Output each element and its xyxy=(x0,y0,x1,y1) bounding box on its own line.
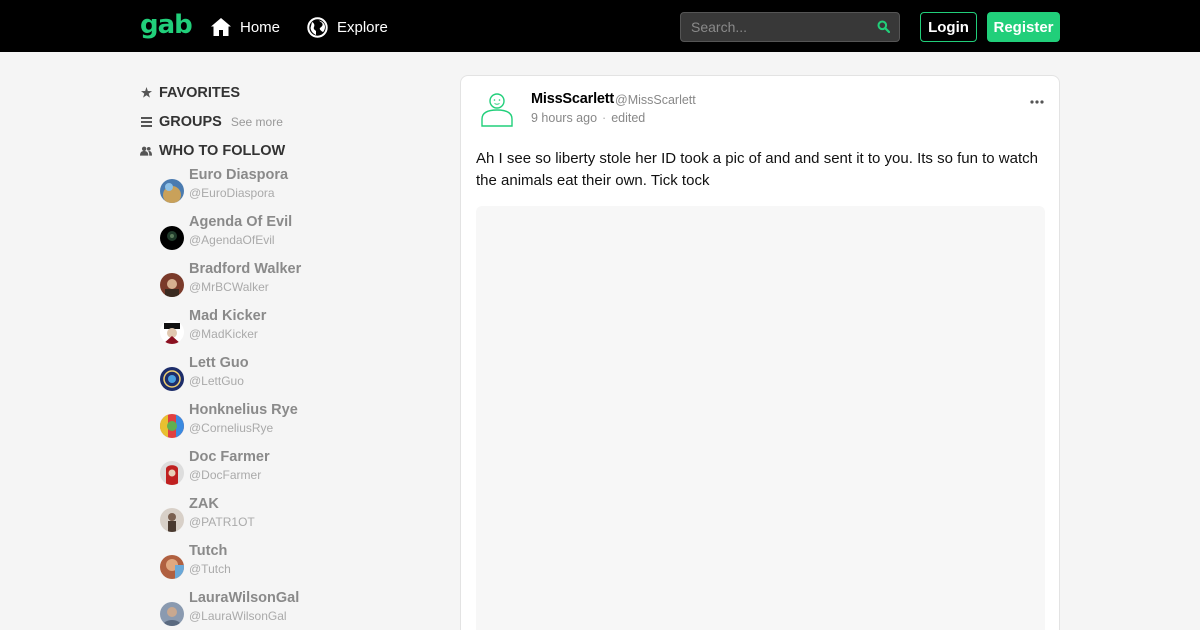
follow-handle: @LauraWilsonGal xyxy=(189,609,287,623)
search-icon[interactable] xyxy=(877,20,890,33)
follow-name[interactable]: Doc Farmer xyxy=(189,449,270,465)
follow-handle: @EuroDiaspora xyxy=(189,186,275,200)
post-edited-label: edited xyxy=(611,111,646,125)
list-icon xyxy=(140,116,152,127)
follow-name[interactable]: Honknelius Rye xyxy=(189,402,298,418)
search-box xyxy=(680,12,900,42)
search-input[interactable] xyxy=(681,13,871,41)
follow-item[interactable]: Lett Guo @LettGuo xyxy=(140,355,440,402)
post-timestamp[interactable]: 9 hours ago xyxy=(531,111,597,125)
follow-item[interactable]: Euro Diaspora @EuroDiaspora xyxy=(140,167,440,214)
groups-label: GROUPS xyxy=(159,113,222,130)
follow-handle: @PATR1OT xyxy=(189,515,255,529)
avatar[interactable] xyxy=(160,508,184,532)
follow-item[interactable]: Agenda Of Evil @AgendaOfEvil xyxy=(140,214,440,261)
follow-handle: @MadKicker xyxy=(189,327,258,341)
avatar[interactable] xyxy=(160,320,184,344)
avatar[interactable] xyxy=(160,414,184,438)
follow-handle: @AgendaOfEvil xyxy=(189,233,275,247)
post-author-handle[interactable]: @MissScarlett xyxy=(615,93,696,107)
follow-name[interactable]: Lett Guo xyxy=(189,355,249,371)
avatar[interactable] xyxy=(160,602,184,626)
post-author-name[interactable]: MissScarlett xyxy=(531,91,614,107)
sidebar: FAVORITES GROUPS See more WHO TO FOLLOW … xyxy=(140,78,440,630)
follow-name[interactable]: ZAK xyxy=(189,496,219,512)
avatar[interactable] xyxy=(160,273,184,297)
follow-handle: @DocFarmer xyxy=(189,468,262,482)
post-text: Ah I see so liberty stole her ID took a … xyxy=(476,150,1038,189)
follow-handle: @Tutch xyxy=(189,562,231,576)
avatar[interactable] xyxy=(160,461,184,485)
top-navigation-bar: gab Home Explore Login Register xyxy=(0,0,1200,52)
users-icon xyxy=(140,146,152,156)
follow-item[interactable]: Bradford Walker @MrBCWalker xyxy=(140,261,440,308)
follow-item[interactable]: ZAK @PATR1OT xyxy=(140,496,440,543)
register-button[interactable]: Register xyxy=(987,12,1060,42)
follow-handle: @CorneliusRye xyxy=(189,421,274,435)
more-horizontal-icon[interactable] xyxy=(1029,96,1045,108)
groups-see-more-link[interactable]: See more xyxy=(231,115,283,129)
favorites-label: FAVORITES xyxy=(159,84,241,101)
nav-explore-link[interactable]: Explore xyxy=(307,14,388,40)
post-media-placeholder[interactable] xyxy=(476,206,1045,630)
follow-handle: @LettGuo xyxy=(189,374,244,388)
star-icon xyxy=(140,87,152,98)
gab-logo[interactable]: gab xyxy=(140,9,193,41)
post-card: MissScarlett @MissScarlett 9 hours ago ·… xyxy=(460,75,1060,630)
who-to-follow-label: WHO TO FOLLOW xyxy=(159,142,286,159)
follow-name[interactable]: Euro Diaspora xyxy=(189,167,288,183)
follow-suggestions-list: Euro Diaspora @EuroDiaspora Agenda Of Ev… xyxy=(140,167,440,630)
post-meta: 9 hours ago · edited xyxy=(531,111,645,125)
nav-home-link[interactable]: Home xyxy=(211,14,280,40)
avatar[interactable] xyxy=(160,179,184,203)
sidebar-who-to-follow: WHO TO FOLLOW xyxy=(140,136,440,165)
avatar[interactable] xyxy=(160,226,184,250)
home-icon xyxy=(211,18,231,36)
follow-name[interactable]: Agenda Of Evil xyxy=(189,214,292,230)
follow-item[interactable]: LauraWilsonGal @LauraWilsonGal xyxy=(140,590,440,630)
follow-name[interactable]: Bradford Walker xyxy=(189,261,301,277)
login-button[interactable]: Login xyxy=(920,12,977,42)
sidebar-favorites[interactable]: FAVORITES xyxy=(140,78,440,107)
follow-name[interactable]: LauraWilsonGal xyxy=(189,590,299,606)
sidebar-groups[interactable]: GROUPS See more xyxy=(140,107,440,136)
meta-separator: · xyxy=(602,111,607,125)
avatar[interactable] xyxy=(160,367,184,391)
follow-name[interactable]: Tutch xyxy=(189,543,227,559)
nav-explore-label: Explore xyxy=(337,18,388,36)
follow-handle: @MrBCWalker xyxy=(189,280,269,294)
follow-item[interactable]: Honknelius Rye @CorneliusRye xyxy=(140,402,440,449)
follow-name[interactable]: Mad Kicker xyxy=(189,308,266,324)
avatar[interactable] xyxy=(160,555,184,579)
nav-home-label: Home xyxy=(240,18,281,36)
globe-icon xyxy=(307,16,328,38)
follow-item[interactable]: Tutch @Tutch xyxy=(140,543,440,590)
default-avatar-icon[interactable] xyxy=(480,91,514,127)
follow-item[interactable]: Mad Kicker @MadKicker xyxy=(140,308,440,355)
follow-item[interactable]: Doc Farmer @DocFarmer xyxy=(140,449,440,496)
